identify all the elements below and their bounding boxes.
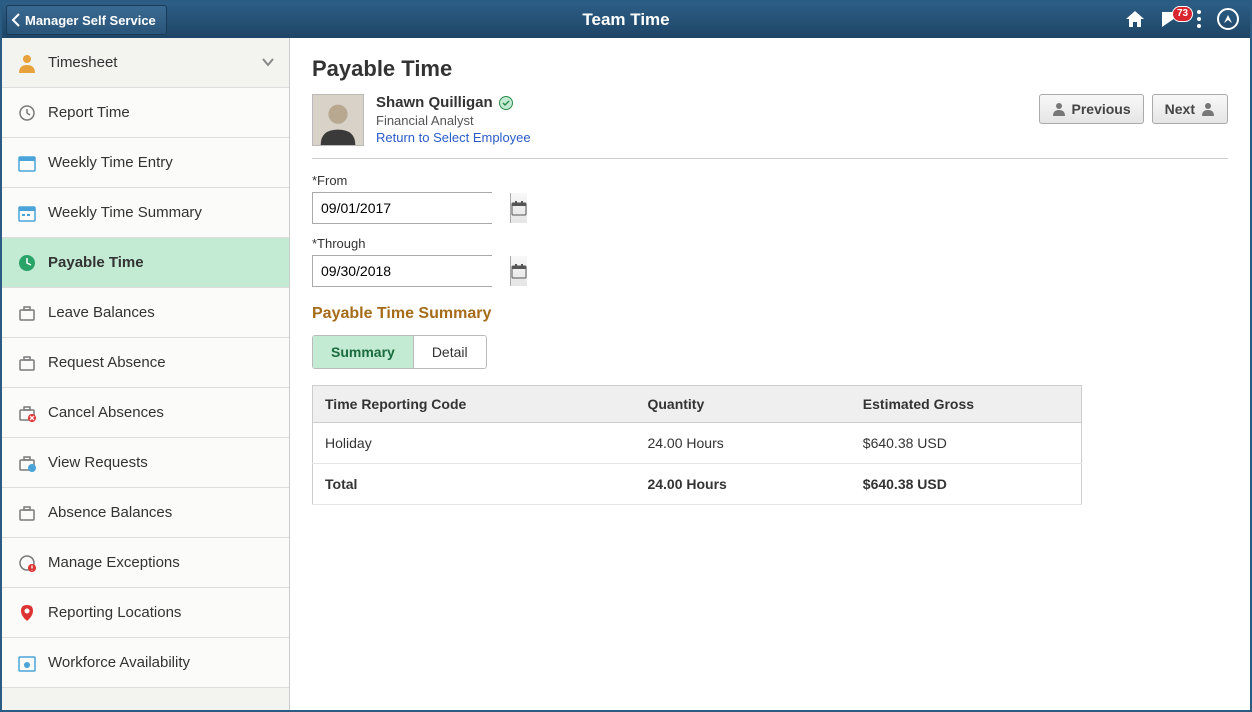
chevron-left-icon xyxy=(11,13,21,27)
home-icon[interactable] xyxy=(1124,9,1146,32)
briefcase-x-icon xyxy=(16,402,38,424)
sidebar-item-weekly-time-entry[interactable]: Weekly Time Entry xyxy=(2,138,289,188)
sidebar-item-label: Request Absence xyxy=(48,354,166,371)
page-title: Payable Time xyxy=(312,56,1228,82)
payable-table: Time Reporting Code Quantity Estimated G… xyxy=(312,385,1082,505)
briefcase-icon xyxy=(16,302,38,324)
person-icon xyxy=(1052,102,1066,116)
person-icon xyxy=(16,52,38,74)
tab-detail[interactable]: Detail xyxy=(413,336,486,368)
notifications-icon[interactable]: 73 xyxy=(1160,9,1182,32)
section-heading: Payable Time Summary xyxy=(312,305,1228,323)
table-row: Holiday 24.00 Hours $640.38 USD xyxy=(313,423,1082,464)
employee-header: Shawn Quilligan Financial Analyst Return… xyxy=(312,94,1228,159)
next-label: Next xyxy=(1165,101,1195,117)
briefcase-check-icon xyxy=(16,452,38,474)
cell-gross-total: $640.38 USD xyxy=(851,464,1082,505)
avatar xyxy=(312,94,364,146)
briefcase-icon xyxy=(16,502,38,524)
employee-role: Financial Analyst xyxy=(376,113,531,128)
sidebar-item-workforce-availability[interactable]: Workforce Availability xyxy=(2,638,289,688)
tabs: Summary Detail xyxy=(312,335,487,369)
sidebar-item-label: Workforce Availability xyxy=(48,654,190,671)
banner-icons: 73 xyxy=(1124,7,1250,34)
col-code: Time Reporting Code xyxy=(313,386,636,423)
calendar-icon xyxy=(511,263,527,279)
chevron-down-icon xyxy=(261,54,275,71)
employee-name: Shawn Quilligan xyxy=(376,94,493,111)
main-content: Payable Time Shawn Quilligan Financial A… xyxy=(290,38,1250,710)
table-total-row: Total 24.00 Hours $640.38 USD xyxy=(313,464,1082,505)
briefcase-icon xyxy=(16,352,38,374)
sidebar-item-label: Weekly Time Entry xyxy=(48,154,173,171)
cell-qty: 24.00 Hours xyxy=(635,423,850,464)
employee-name-row: Shawn Quilligan xyxy=(376,94,531,111)
sidebar-item-label: Manage Exceptions xyxy=(48,554,180,571)
sidebar-item-label: Reporting Locations xyxy=(48,604,181,621)
employee-info: Shawn Quilligan Financial Analyst Return… xyxy=(376,94,531,145)
calendar-icon xyxy=(511,200,527,216)
sidebar-header-timesheet[interactable]: Timesheet xyxy=(2,38,289,88)
sidebar-item-label: Absence Balances xyxy=(48,504,172,521)
calendar-icon xyxy=(16,152,38,174)
availability-icon xyxy=(16,652,38,674)
through-field-group: *Through xyxy=(312,236,1228,287)
status-check-icon xyxy=(499,96,513,110)
back-button-label: Manager Self Service xyxy=(25,13,156,28)
through-date-input[interactable] xyxy=(313,256,510,286)
top-banner: Manager Self Service Team Time 73 xyxy=(2,2,1250,38)
back-button[interactable]: Manager Self Service xyxy=(6,5,167,35)
sidebar-item-weekly-time-summary[interactable]: Weekly Time Summary xyxy=(2,188,289,238)
sidebar-item-label: Weekly Time Summary xyxy=(48,204,202,221)
through-calendar-button[interactable] xyxy=(510,256,527,286)
table-header-row: Time Reporting Code Quantity Estimated G… xyxy=(313,386,1082,423)
cell-qty-total: 24.00 Hours xyxy=(635,464,850,505)
menu-icon[interactable] xyxy=(1196,9,1202,32)
notif-badge: 73 xyxy=(1172,6,1193,22)
from-calendar-button[interactable] xyxy=(510,193,527,223)
sidebar-item-cancel-absences[interactable]: Cancel Absences xyxy=(2,388,289,438)
sidebar: Timesheet Report Time Weekly Time Entry … xyxy=(2,38,290,710)
payable-clock-icon xyxy=(16,252,38,274)
sidebar-header-label: Timesheet xyxy=(48,54,117,71)
sidebar-item-label: Leave Balances xyxy=(48,304,155,321)
clock-arrow-icon xyxy=(16,102,38,124)
sidebar-item-payable-time[interactable]: Payable Time xyxy=(2,238,289,288)
previous-label: Previous xyxy=(1072,101,1131,117)
cell-gross: $640.38 USD xyxy=(851,423,1082,464)
from-date-input[interactable] xyxy=(313,193,510,223)
sidebar-item-leave-balances[interactable]: Leave Balances xyxy=(2,288,289,338)
sidebar-item-label: View Requests xyxy=(48,454,148,471)
from-field-group: *From xyxy=(312,173,1228,224)
col-gross: Estimated Gross xyxy=(851,386,1082,423)
from-input-wrap xyxy=(312,192,492,224)
cell-code: Holiday xyxy=(313,423,636,464)
col-qty: Quantity xyxy=(635,386,850,423)
from-label: *From xyxy=(312,173,1228,188)
location-pin-icon xyxy=(16,602,38,624)
compass-icon[interactable] xyxy=(1216,7,1240,34)
sidebar-item-label: Report Time xyxy=(48,104,130,121)
banner-title: Team Time xyxy=(582,10,669,30)
clock-alert-icon xyxy=(16,552,38,574)
previous-button[interactable]: Previous xyxy=(1039,94,1144,124)
sidebar-item-manage-exceptions[interactable]: Manage Exceptions xyxy=(2,538,289,588)
return-to-select-link[interactable]: Return to Select Employee xyxy=(376,130,531,145)
through-label: *Through xyxy=(312,236,1228,251)
cell-code-total: Total xyxy=(313,464,636,505)
sidebar-item-report-time[interactable]: Report Time xyxy=(2,88,289,138)
sidebar-item-view-requests[interactable]: View Requests xyxy=(2,438,289,488)
sidebar-item-absence-balances[interactable]: Absence Balances xyxy=(2,488,289,538)
sidebar-item-reporting-locations[interactable]: Reporting Locations xyxy=(2,588,289,638)
through-input-wrap xyxy=(312,255,492,287)
sidebar-item-label: Payable Time xyxy=(48,254,144,271)
sidebar-item-label: Cancel Absences xyxy=(48,404,164,421)
sidebar-item-request-absence[interactable]: Request Absence xyxy=(2,338,289,388)
next-button[interactable]: Next xyxy=(1152,94,1228,124)
tab-summary[interactable]: Summary xyxy=(313,336,413,368)
prev-next-controls: Previous Next xyxy=(1039,94,1229,124)
person-icon xyxy=(1201,102,1215,116)
calendar-summary-icon xyxy=(16,202,38,224)
